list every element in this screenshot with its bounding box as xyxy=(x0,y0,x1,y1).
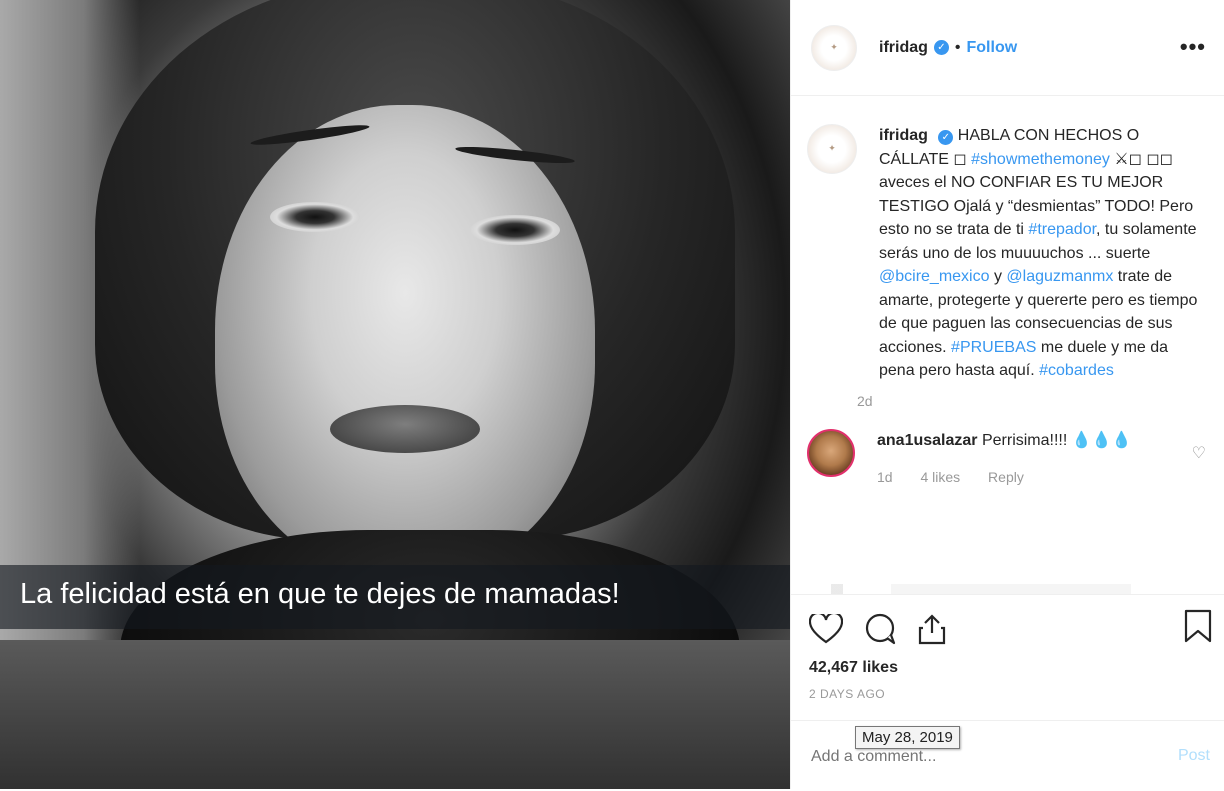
comments-list[interactable]: ✦ ifridag ✓ HABLA CON HECHOS O CÁLLATE ◻… xyxy=(791,96,1224,594)
comment-age[interactable]: 1d xyxy=(877,469,893,485)
caption-hashtag-link[interactable]: @laguzmanmx xyxy=(1006,268,1113,285)
caption-hashtag-link[interactable]: #showmethemoney xyxy=(971,151,1110,168)
caption-hashtag-link[interactable]: @bcire_mexico xyxy=(879,268,990,285)
post-timestamp[interactable]: 2 DAYS AGO xyxy=(791,677,1224,701)
comment-bubble-icon[interactable] xyxy=(863,613,897,645)
photo-left-eye xyxy=(270,202,360,232)
post-photo[interactable]: La felicidad está en que te dejes de mam… xyxy=(0,0,790,789)
photo-caption-text: La felicidad está en que te dejes de mam… xyxy=(20,578,620,610)
more-options-icon[interactable]: ••• xyxy=(1180,34,1206,60)
post-actions: 42,467 likes 2 DAYS AGO Post xyxy=(791,594,1224,790)
instagram-post: La felicidad está en que te dejes de mam… xyxy=(0,0,1224,789)
verified-badge-icon: ✓ xyxy=(933,40,949,55)
timestamp-tooltip: May 28, 2019 xyxy=(855,726,960,749)
like-heart-icon[interactable] xyxy=(809,614,843,644)
comment-likes[interactable]: 4 likes xyxy=(920,469,960,485)
likes-count[interactable]: 42,467 likes xyxy=(791,649,1224,677)
commenter-avatar[interactable] xyxy=(807,428,855,477)
comment-meta: 1d 4 likes Reply xyxy=(877,466,1132,489)
author-username[interactable]: ifridag xyxy=(879,39,928,57)
commenter-username[interactable]: ana1usalazar xyxy=(877,432,978,449)
caption-hashtag-link[interactable]: #trepador xyxy=(1028,221,1096,238)
post-header: ✦ ifridag ✓ • Follow ••• xyxy=(791,0,1224,96)
share-icon[interactable] xyxy=(917,613,947,645)
caption-age[interactable]: 2d xyxy=(857,393,1199,409)
post-comment-button[interactable]: Post xyxy=(1178,747,1210,765)
comment-text-line: ana1usalazar Perrisima!!!! 💧💧💧 xyxy=(877,429,1132,452)
comment-row: ana1usalazar Perrisima!!!! 💧💧💧 1d 4 like… xyxy=(791,409,1224,489)
reply-button[interactable]: Reply xyxy=(988,469,1024,485)
comment-like-heart-icon[interactable]: ♡ xyxy=(1192,443,1206,463)
bookmark-icon[interactable] xyxy=(1184,609,1212,648)
photo-lips xyxy=(330,405,480,453)
follow-button[interactable]: Follow xyxy=(967,39,1018,57)
comment-text: Perrisima!!!! 💧💧💧 xyxy=(981,431,1132,449)
caption-text: ifridag ✓ HABLA CON HECHOS O CÁLLATE ◻ #… xyxy=(879,124,1199,383)
author-avatar[interactable]: ✦ xyxy=(811,24,857,71)
caption-row: ✦ ifridag ✓ HABLA CON HECHOS O CÁLLATE ◻… xyxy=(791,96,1224,409)
caption-author-avatar[interactable]: ✦ xyxy=(807,124,857,174)
caption-hashtag-link[interactable]: #PRUEBAS xyxy=(951,339,1036,356)
caption-text-segment: y xyxy=(989,268,1007,285)
caption-hashtag-link[interactable]: #cobardes xyxy=(1039,362,1114,379)
caption-body: HABLA CON HECHOS O CÁLLATE ◻ #showmethem… xyxy=(879,127,1197,379)
separator-dot: • xyxy=(954,38,961,56)
caption-username[interactable]: ifridag xyxy=(879,127,928,144)
photo-face xyxy=(215,105,595,575)
next-comment-partial xyxy=(831,584,1131,594)
action-icons xyxy=(791,595,1224,649)
photo-right-eye xyxy=(470,215,560,245)
post-side-panel: ✦ ifridag ✓ • Follow ••• ✦ ifridag ✓ HAB… xyxy=(790,0,1224,789)
add-comment-input[interactable] xyxy=(809,747,1113,767)
verified-badge-icon: ✓ xyxy=(938,130,954,145)
photo-body xyxy=(0,640,790,789)
